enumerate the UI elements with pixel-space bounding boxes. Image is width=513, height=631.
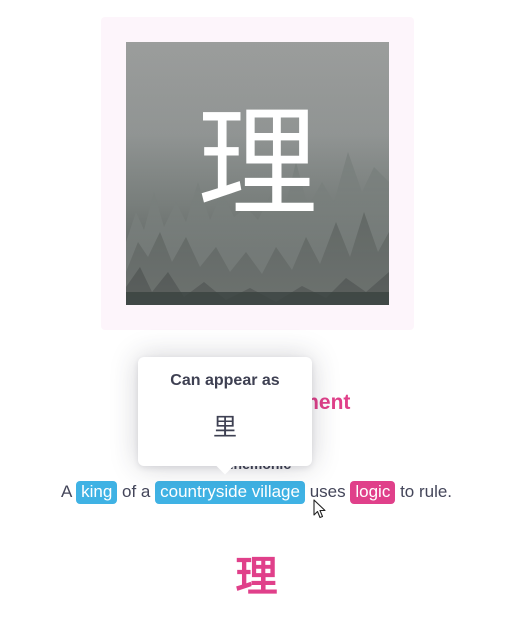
page: 理 Interpretation logic, arrangement Mnem…: [0, 0, 513, 631]
mnemonic-sentence: A king of a countryside village uses log…: [0, 481, 513, 504]
radical-tag-king[interactable]: king: [76, 481, 118, 504]
tooltip-popup: Can appear as 里: [138, 357, 312, 466]
radical-tag-countryside-village[interactable]: countryside village: [155, 481, 305, 504]
tooltip-kanji: 里: [213, 413, 237, 441]
mnemonic-text: to rule.: [400, 482, 453, 501]
kanji-tag-logic[interactable]: logic: [350, 481, 396, 504]
misty-forest-image: 理: [126, 42, 389, 305]
mouse-pointer-icon: [313, 499, 327, 524]
result-kanji: 理: [235, 552, 278, 601]
kanji-card: 理: [101, 17, 414, 330]
mnemonic-text: of a: [122, 482, 151, 501]
tooltip-title: Can appear as: [170, 372, 280, 389]
card-kanji: 理: [197, 95, 318, 234]
mnemonic-text: A: [60, 482, 72, 501]
